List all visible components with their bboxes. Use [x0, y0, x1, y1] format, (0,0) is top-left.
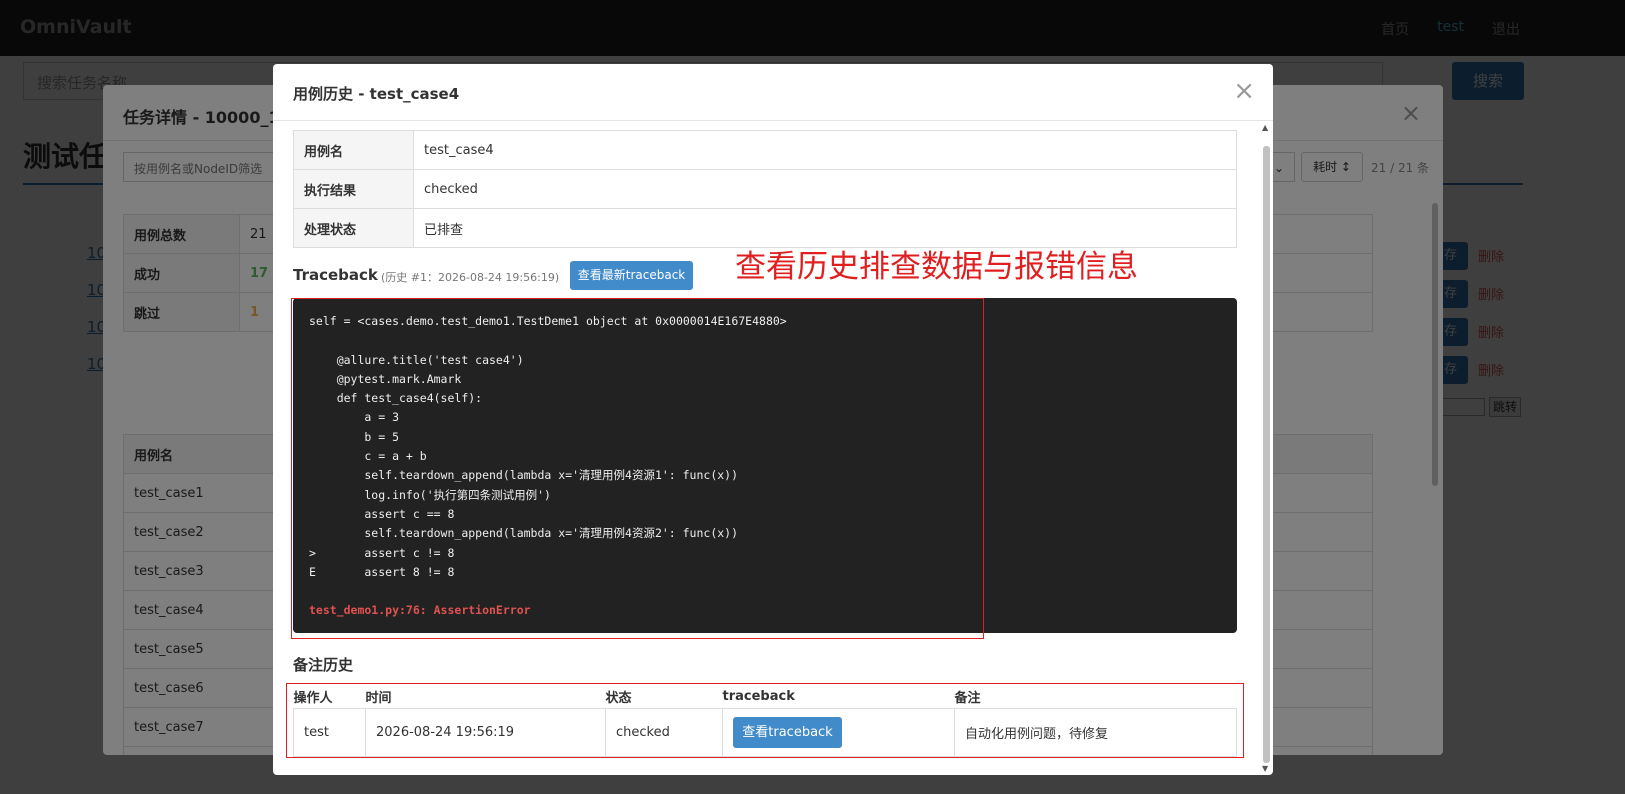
scrollbar[interactable]: ▲ ▼ [1260, 121, 1273, 775]
info-key: 执行结果 [293, 169, 414, 209]
scrollbar-thumb[interactable] [1263, 146, 1270, 763]
traceback-history-label: (历史 #1：2026-08-24 19:56:19) [381, 271, 560, 284]
view-latest-traceback-button[interactable]: 查看最新traceback [570, 261, 693, 290]
traceback-heading: Traceback [293, 266, 378, 284]
divider [273, 120, 1273, 121]
scroll-up-icon[interactable]: ▲ [1262, 123, 1268, 132]
case-history-modal: 用例历史 - test_case4 × 用例名 test_case4 执行结果 ch… [273, 64, 1273, 775]
highlight-box [291, 298, 984, 639]
info-key: 用例名 [293, 130, 414, 170]
scroll-down-icon[interactable]: ▼ [1262, 764, 1268, 773]
table-row: 用例名 test_case4 [293, 130, 1237, 170]
info-value: test_case4 [413, 130, 1237, 170]
history-modal-title: 用例历史 - test_case4 [293, 85, 460, 103]
info-value: checked [413, 169, 1237, 209]
table-row: 执行结果 checked [293, 169, 1237, 209]
annotation-label: 查看历史排查数据与报错信息 [735, 249, 1138, 285]
info-key: 处理状态 [293, 208, 414, 248]
case-info-table: 用例名 test_case4 执行结果 checked 处理状态 已排查 [293, 130, 1237, 248]
highlight-box [286, 683, 1244, 758]
notes-heading: 备注历史 [293, 656, 354, 674]
close-icon[interactable]: × [1233, 76, 1255, 106]
